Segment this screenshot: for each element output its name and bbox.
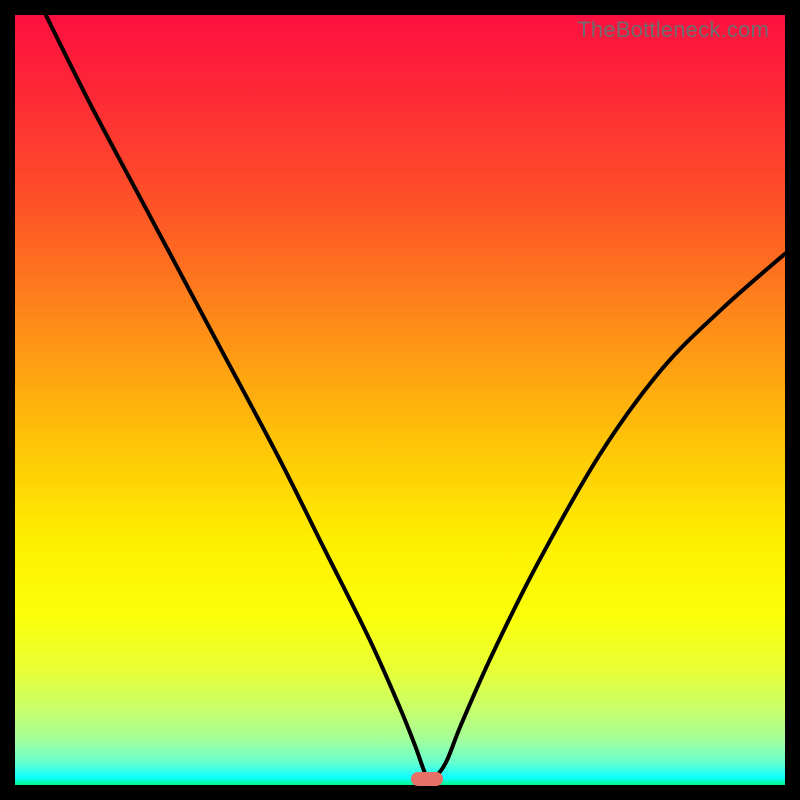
chart-plot-area: TheBottleneck.com [15,15,785,785]
optimal-point-marker [411,772,443,786]
chart-outer-frame: TheBottleneck.com [0,0,800,800]
bottleneck-curve [15,15,785,785]
curve-path [46,15,785,780]
